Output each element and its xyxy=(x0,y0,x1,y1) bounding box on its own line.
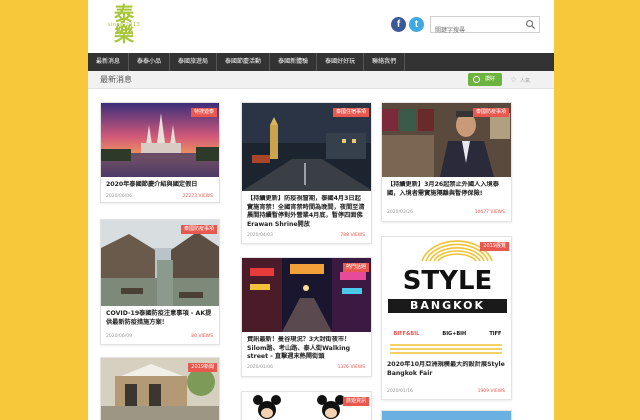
card-views: 80 VIEWS xyxy=(191,334,213,339)
card-tag: 2019新聞 xyxy=(188,363,217,372)
article-card[interactable]: 熱門話題 資訊最新！曼谷現況？3大封街夜市！Silom路、考山路、泰人街Walk… xyxy=(241,257,372,377)
favorite-button[interactable]: ☆ 人氣 xyxy=(510,73,530,88)
star-icon: ☆ xyxy=(510,75,518,84)
card-views: 788 VIEWS xyxy=(340,233,365,238)
site-logo[interactable]: 泰 樂 since 2013 xyxy=(100,4,148,52)
card-title: 【持續更新】防疫視窗期，泰國4月3日起實施宵禁！全國宵禁時間為晚間，夜間至清晨間… xyxy=(247,195,365,228)
poster-fair-1: BIFF&BIL xyxy=(393,331,420,337)
like-button[interactable]: 讚好 xyxy=(468,73,502,86)
article-card[interactable] xyxy=(381,410,512,420)
article-card[interactable]: STYLE BANGKOK BIFF&BIL BIG+BIH TIFF 2019… xyxy=(381,236,512,400)
page-title: 最新消息 xyxy=(100,75,132,84)
main-nav: 最新消息 泰泰小品 泰國旅遊局 泰國節慶活動 泰國新體驗 泰國好好玩 聯絡我們 xyxy=(88,53,554,71)
card-tag: 泰國住宿事項 xyxy=(332,108,369,117)
poster-line-1: STYLE xyxy=(402,266,493,296)
search-input[interactable] xyxy=(431,23,521,38)
article-card[interactable]: 泰國防疫事項 COVID-19泰國防疫注意事項 - AK提供最新防疫措施方案！ … xyxy=(100,219,220,345)
nav-item-festival[interactable]: 泰國節慶活動 xyxy=(217,53,271,71)
like-label: 讚好 xyxy=(485,76,496,82)
article-image-style-bangkok: STYLE BANGKOK BIFF&BIL BIG+BIH TIFF xyxy=(382,237,511,357)
card-tag: 泰國防疫事項 xyxy=(180,225,217,234)
poster-fair-3: TIFF xyxy=(489,331,502,337)
logo-char-1: 泰 xyxy=(114,2,134,26)
card-title: 2020年10月亞洲規模最大的設計展Style Bangkok Fair xyxy=(387,361,505,377)
card-tag: 特搜遊泰 xyxy=(190,108,217,117)
article-card[interactable]: 2019新聞 xyxy=(100,357,220,420)
nav-item-small[interactable]: 泰泰小品 xyxy=(129,53,171,71)
poster-line-2: BANGKOK xyxy=(409,299,486,312)
nav-item-contact[interactable]: 聯絡我們 xyxy=(364,53,406,71)
nav-item-fun[interactable]: 泰國好好玩 xyxy=(317,53,365,71)
nav-item-tourism[interactable]: 泰國旅遊局 xyxy=(170,53,218,71)
search-icon[interactable] xyxy=(525,19,536,30)
card-date: 2020/04/03 xyxy=(247,233,273,238)
article-card[interactable]: 旅遊資訊 xyxy=(241,391,372,420)
card-tag: 熱門話題 xyxy=(342,263,369,272)
card-views: 10677 VIEWS xyxy=(474,210,505,215)
title-bar: 最新消息 讚好 ☆ 人氣 xyxy=(88,71,554,89)
favorite-label: 人氣 xyxy=(520,78,531,84)
facebook-icon[interactable]: f xyxy=(391,17,406,32)
card-tag: 泰國防疫事項 xyxy=(472,108,509,117)
card-date: 2020/01/16 xyxy=(387,389,413,394)
card-date: 2020/01/06 xyxy=(247,365,273,370)
nav-item-news[interactable]: 最新消息 xyxy=(88,53,130,71)
card-date: 2020/06/09 xyxy=(106,334,132,339)
article-card[interactable]: 特搜遊泰 2020年泰國節慶介紹與國定假日 2020/06/06 22273 V… xyxy=(100,102,220,203)
search-box xyxy=(430,16,540,38)
card-date: 2020/03/26 xyxy=(387,210,413,215)
logo-since: since 2013 xyxy=(108,22,141,28)
page: 泰 樂 since 2013 f t 最新消息 泰泰小品 泰國旅遊局 泰國節慶活… xyxy=(88,0,554,420)
article-card[interactable]: 泰國住宿事項 【持續更新】防疫視窗期，泰國4月3日起實施宵禁！全國宵禁時間為晚間… xyxy=(241,102,372,244)
nav-item-experience[interactable]: 泰國新體驗 xyxy=(270,53,318,71)
site-header: 泰 樂 since 2013 f t xyxy=(88,0,554,53)
card-tag: 旅遊資訊 xyxy=(342,397,369,406)
twitter-icon[interactable]: t xyxy=(409,17,424,32)
card-title: 2020年泰國節慶介紹與國定假日 xyxy=(106,181,198,188)
card-views: 1376 VIEWS xyxy=(337,365,365,370)
like-icon xyxy=(473,76,480,83)
article-card[interactable]: 泰國防疫事項 【持續更新】3月26起禁止外國人入境泰國，入境者需實施隔離與暫停保… xyxy=(381,102,512,222)
poster-fairs: BIFF&BIL BIG+BIH TIFF xyxy=(382,331,511,337)
card-title: 資訊最新！曼谷現況？3大封街夜市！Silom路、考山路、泰人街Walking s… xyxy=(247,336,351,360)
poster-fair-2: BIG+BIH xyxy=(442,331,467,337)
card-views: 22273 VIEWS xyxy=(182,194,213,199)
card-title: 【持續更新】3月26起禁止外國人入境泰國，入境者需實施隔離與暫停保險! xyxy=(387,181,499,197)
card-title: COVID-19泰國防疫注意事項 - AK提供最新防疫措施方案！ xyxy=(106,310,212,326)
card-views: 1909 VIEWS xyxy=(477,389,505,394)
card-tag: 2019展覽 xyxy=(480,242,509,251)
card-date: 2020/06/06 xyxy=(106,194,132,199)
